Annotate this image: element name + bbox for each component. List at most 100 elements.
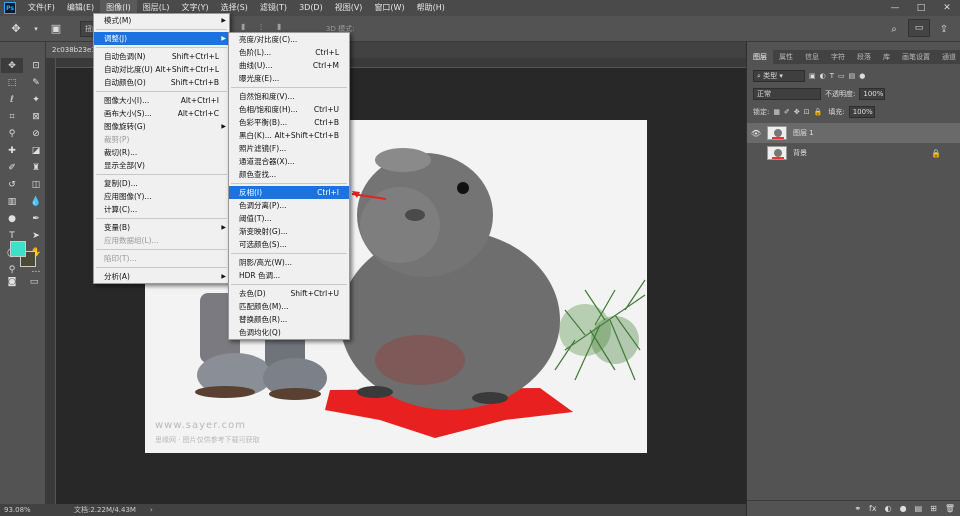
menu-item[interactable]: 可选颜色(S)... (229, 238, 349, 251)
gradient-tool-icon[interactable]: ▥ (1, 194, 23, 209)
menu-item[interactable]: 曝光度(E)... (229, 72, 349, 85)
menu-item[interactable]: 自动颜色(O) Shift+Ctrl+B (94, 76, 229, 89)
menu-item[interactable]: 调整(J) ▶ (94, 32, 229, 45)
menu-item[interactable]: 黑白(K)... Alt+Shift+Ctrl+B (229, 129, 349, 142)
menu-item[interactable]: 显示全部(V) (94, 159, 229, 172)
panel-tab-6[interactable]: 画笔设置 (896, 50, 936, 64)
panel-tab-7[interactable]: 通道 (936, 50, 960, 64)
eye-icon[interactable]: 👁 (747, 129, 765, 138)
quick-select-tool-icon[interactable]: ✎ (25, 75, 47, 90)
chevron-down-icon[interactable]: ▾ (32, 19, 40, 39)
menu-item[interactable]: 模式(M) ▶ (94, 14, 229, 27)
menu-item[interactable]: 图像大小(I)... Alt+Ctrl+I (94, 94, 229, 107)
filter-type-icon[interactable]: T (830, 72, 834, 80)
layer-row-background[interactable]: 背景 🔒 (747, 143, 960, 163)
brush-tool-icon[interactable]: ✐ (1, 160, 23, 175)
menu-item[interactable]: 阴影/高光(W)... (229, 256, 349, 269)
blend-mode-select[interactable]: 正常 (753, 88, 821, 100)
menu-item[interactable]: 变量(B) ▶ (94, 221, 229, 234)
screen-mode-icon[interactable]: ▭ (23, 274, 45, 289)
menu-7[interactable]: 3D(D) (293, 0, 329, 16)
panel-tab-1[interactable]: 属性 (773, 50, 799, 64)
filter-adjust-icon[interactable]: ◐ (820, 72, 826, 80)
filter-smart-icon[interactable]: ▤ (849, 72, 856, 80)
menu-item[interactable]: 渐变映射(G)... (229, 225, 349, 238)
group-icon[interactable]: ▤ (915, 504, 923, 513)
menu-item[interactable]: 复制(D)... (94, 177, 229, 190)
new-layer-icon[interactable]: ⊞ (930, 504, 937, 513)
adjustment-layer-icon[interactable]: ● (900, 504, 907, 513)
menu-item[interactable]: 色彩平衡(B)... Ctrl+B (229, 116, 349, 129)
menu-0[interactable]: 文件(F) (22, 0, 61, 16)
auto-select-icon[interactable]: ▣ (46, 19, 66, 39)
menu-item[interactable]: 色相/饱和度(H)... Ctrl+U (229, 103, 349, 116)
lock-position-icon[interactable]: ✥ (794, 108, 800, 116)
panel-tab-5[interactable]: 库 (877, 50, 896, 64)
menu-item[interactable]: 图像旋转(G) ▶ (94, 120, 229, 133)
fx-icon[interactable]: fx (869, 504, 877, 513)
menu-item[interactable]: 阈值(T)... (229, 212, 349, 225)
layer-row-1[interactable]: 👁 图层 1 (747, 123, 960, 143)
blur-tool-icon[interactable]: 💧 (25, 194, 47, 209)
menu-item[interactable]: 色调均化(Q) (229, 326, 349, 339)
zoom-level[interactable]: 93.08% (0, 504, 46, 516)
search-icon[interactable]: ⌕ (884, 19, 904, 39)
artboard-tool-icon[interactable]: ⊡ (25, 58, 47, 73)
layer-filter-select[interactable]: ⌕ 类型 ▾ (753, 70, 805, 82)
lock-artboard-icon[interactable]: ⊡ (804, 108, 810, 116)
panel-tab-0[interactable]: 图层 (747, 50, 773, 64)
quick-mask-icon[interactable]: ◙ (1, 274, 23, 289)
crop-tool-icon[interactable]: ⌗ (1, 109, 23, 124)
share-icon[interactable]: ⇪ (934, 19, 954, 39)
magic-wand-tool-icon[interactable]: ✦ (25, 92, 47, 107)
menu-9[interactable]: 窗口(W) (368, 0, 410, 16)
menu-item[interactable]: 颜色查找... (229, 168, 349, 181)
maximize-button[interactable]: □ (908, 0, 934, 16)
foreground-color-swatch[interactable] (10, 241, 26, 257)
menu-8[interactable]: 视图(V) (329, 0, 369, 16)
trash-icon[interactable]: 🗑 (945, 504, 955, 513)
ruler-tool-icon[interactable]: ⊘ (25, 126, 47, 141)
filter-pixel-icon[interactable]: ▣ (809, 72, 816, 80)
menu-item[interactable]: HDR 色调... (229, 269, 349, 282)
move-tool-icon[interactable]: ✥ (6, 19, 26, 39)
menu-item[interactable]: 替换颜色(R)... (229, 313, 349, 326)
menu-item[interactable]: 自动色调(N) Shift+Ctrl+L (94, 50, 229, 63)
menu-item[interactable]: 自动对比度(U) Alt+Shift+Ctrl+L (94, 63, 229, 76)
menu-item[interactable]: 通道混合器(X)... (229, 155, 349, 168)
marquee-tool-icon[interactable]: ⬚ (1, 75, 23, 90)
menu-item[interactable]: 计算(C)... (94, 203, 229, 216)
menu-item[interactable]: 画布大小(S)... Alt+Ctrl+C (94, 107, 229, 120)
mask-icon[interactable]: ◐ (885, 504, 892, 513)
menu-item[interactable]: 分析(A) ▶ (94, 270, 229, 283)
close-button[interactable]: ✕ (934, 0, 960, 16)
filter-toggle-icon[interactable]: ● (859, 72, 865, 80)
lock-transparent-icon[interactable]: ▦ (773, 108, 780, 116)
history-brush-tool-icon[interactable]: ↺ (1, 177, 23, 192)
menu-item[interactable]: 自然饱和度(V)... (229, 90, 349, 103)
menu-item[interactable]: 曲线(U)... Ctrl+M (229, 59, 349, 72)
menu-6[interactable]: 滤镜(T) (254, 0, 293, 16)
panel-tab-4[interactable]: 段落 (851, 50, 877, 64)
patch-tool-icon[interactable]: ◪ (25, 143, 47, 158)
panel-tab-3[interactable]: 字符 (825, 50, 851, 64)
path-select-tool-icon[interactable]: ➤ (25, 228, 47, 243)
panel-tab-2[interactable]: 信息 (799, 50, 825, 64)
lock-all-icon[interactable]: 🔒 (814, 108, 823, 116)
status-arrow[interactable]: › (136, 506, 153, 514)
menu-item[interactable]: 反相(I) Ctrl+I (229, 186, 349, 199)
menu-item[interactable]: 匹配颜色(M)... (229, 300, 349, 313)
menu-item[interactable]: 照片滤镜(F)... (229, 142, 349, 155)
eyedropper-tool-icon[interactable]: ⚲ (1, 126, 23, 141)
minimize-button[interactable]: — (882, 0, 908, 16)
dodge-tool-icon[interactable]: ● (1, 211, 23, 226)
move-tool-icon[interactable]: ✥ (1, 58, 23, 73)
pen-tool-icon[interactable]: ✒ (25, 211, 47, 226)
menu-item[interactable]: 应用图像(Y)... (94, 190, 229, 203)
menu-item[interactable]: 去色(D) Shift+Ctrl+U (229, 287, 349, 300)
filter-shape-icon[interactable]: ▭ (838, 72, 845, 80)
healing-brush-tool-icon[interactable]: ✚ (1, 143, 23, 158)
lasso-tool-icon[interactable]: ℓ (1, 92, 23, 107)
menu-item[interactable]: 亮度/对比度(C)... (229, 33, 349, 46)
menu-item[interactable]: 裁切(R)... (94, 146, 229, 159)
